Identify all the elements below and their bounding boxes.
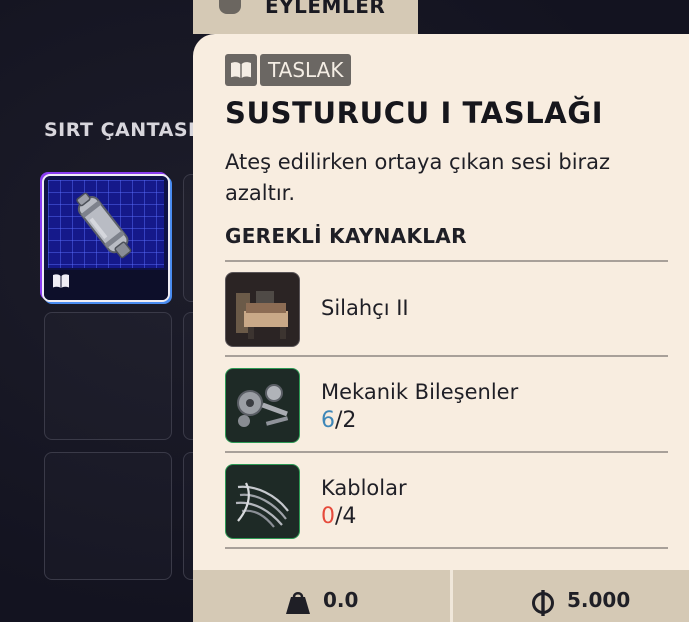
blueprint-book-icon	[52, 273, 70, 293]
resource-have: 0	[321, 504, 335, 529]
backpack-slot[interactable]	[44, 312, 172, 440]
resource-name: Kablolar	[321, 476, 407, 500]
stats-separator	[450, 570, 453, 622]
resource-row-cables: Kablolar 0/4	[225, 464, 668, 540]
resource-row-mechanical-components: Mekanik Bileşenler 6/2	[225, 368, 668, 444]
backpack-slot-silencer-blueprint[interactable]	[42, 174, 170, 302]
resource-name: Silahçı II	[321, 296, 409, 320]
weight-value: 0.0	[323, 588, 359, 612]
divider	[225, 547, 668, 549]
resource-need: /2	[335, 408, 357, 433]
resource-count: 6/2	[321, 408, 356, 433]
weight-icon	[286, 592, 310, 614]
badge-label: TASLAK	[260, 54, 352, 86]
silencer-icon	[76, 192, 132, 259]
backpack-title: SIRT ÇANTASI	[44, 119, 196, 141]
resource-need: /4	[335, 504, 357, 529]
resource-count: 0/4	[321, 504, 356, 529]
resource-have: 6	[321, 408, 335, 433]
actions-tab-label: EYLEMLER	[265, 0, 386, 18]
workbench-icon	[225, 272, 300, 347]
book-icon	[225, 54, 257, 86]
value-amount: 5.000	[567, 588, 631, 612]
item-title: SUSTURUCU I TASLAĞI	[225, 96, 604, 130]
resource-name: Mekanik Bileşenler	[321, 380, 519, 404]
currency-icon	[532, 590, 554, 616]
backpack-slot[interactable]	[44, 452, 172, 580]
divider	[225, 355, 668, 357]
wires-icon	[225, 464, 300, 539]
mechanical-parts-icon	[225, 368, 300, 443]
divider	[225, 451, 668, 453]
required-resources-heading: GEREKLİ KAYNAKLAR	[225, 224, 467, 248]
mouse-icon	[219, 0, 241, 14]
divider	[225, 260, 668, 262]
item-description: Ateş edilirken ortaya çıkan sesi biraz a…	[225, 150, 611, 205]
resource-row-gunsmith: Silahçı II	[225, 272, 668, 348]
blueprint-badge: TASLAK	[225, 54, 352, 86]
